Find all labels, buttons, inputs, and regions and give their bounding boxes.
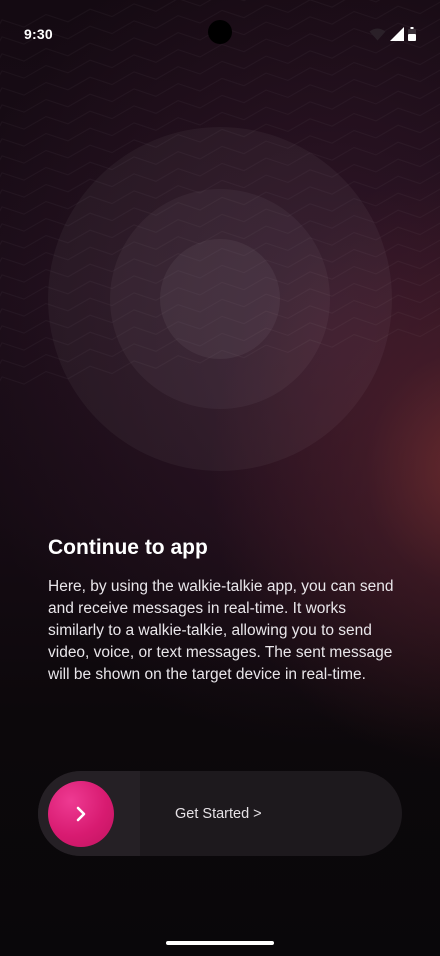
front-camera — [208, 20, 232, 44]
cellular-signal-icon — [390, 27, 404, 41]
battery-icon — [408, 27, 416, 41]
onboarding-title: Continue to app — [48, 536, 208, 559]
onboarding-screen: 9:30 Continue to app Here, by using the … — [0, 0, 440, 956]
status-icons — [369, 27, 416, 41]
status-bar: 9:30 — [0, 0, 440, 68]
get-started-label: Get Started > — [175, 806, 262, 822]
pulse-circle-inner — [160, 239, 280, 359]
get-started-slider[interactable]: Get Started > — [38, 771, 402, 856]
wifi-icon — [369, 28, 386, 40]
status-time: 9:30 — [24, 26, 53, 42]
chevron-right-icon — [76, 806, 86, 822]
onboarding-description: Here, by using the walkie-talkie app, yo… — [48, 578, 394, 683]
slider-knob[interactable] — [48, 781, 114, 847]
home-indicator[interactable] — [166, 941, 274, 945]
